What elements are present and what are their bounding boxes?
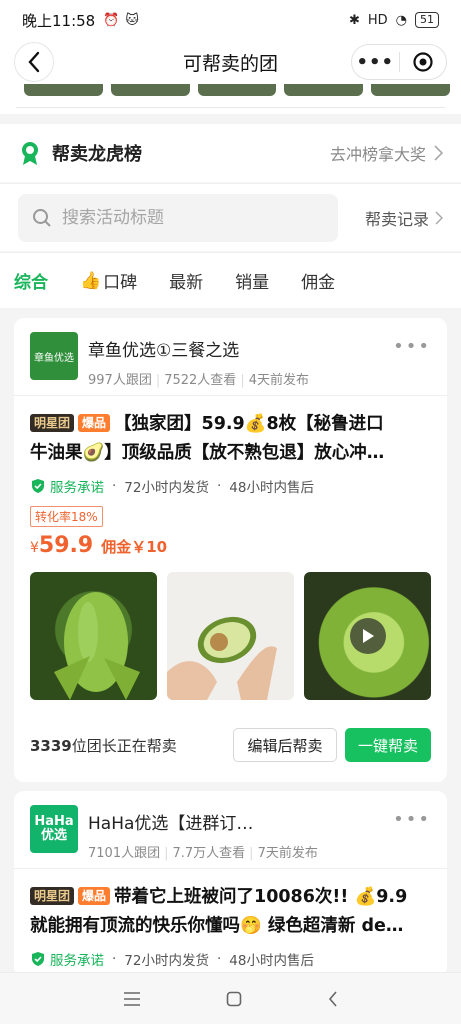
chevron-left-icon xyxy=(28,51,40,73)
service-row: 服务承诺 · 72小时内发货 · 48小时内售后 xyxy=(30,949,431,969)
tab-sales[interactable]: 销量 xyxy=(235,268,269,293)
more-options-icon[interactable]: ••• xyxy=(393,809,431,830)
back-icon[interactable] xyxy=(328,990,338,1007)
product-section: 明星团 爆品 【独家团】59.9💰8枚【秘鲁进口 牛油果🥑】顶级品质【放不熟包退】放… xyxy=(14,396,447,762)
banner-thumb[interactable] xyxy=(371,84,450,96)
ship-info: 72小时内发货 xyxy=(124,480,209,496)
conversion-badge: 转化率18% xyxy=(30,506,103,527)
tab-reputation[interactable]: 👍 口碑 xyxy=(80,268,137,294)
play-icon[interactable] xyxy=(350,618,386,654)
more-menu-icon[interactable]: ••• xyxy=(352,52,399,73)
after-sale-info: 48小时内售后 xyxy=(229,953,314,969)
close-target-icon[interactable] xyxy=(400,51,447,73)
store-logo: HaHa优选 xyxy=(30,805,78,853)
chevron-right-icon xyxy=(434,145,443,161)
filter-tabs: 综合 👍 口碑 最新 销量 佣金 xyxy=(0,252,461,308)
alarm-icon: ⏰ xyxy=(103,12,120,28)
product-section: 明星团 爆品 带着它上班被问了10086次!! 💰9.9 就能拥有顶流的快乐你懂吗🤭… xyxy=(14,869,447,969)
tab-commission[interactable]: 佣金 xyxy=(301,268,335,293)
star-group-badge: 明星团 xyxy=(30,414,75,432)
system-nav-bar xyxy=(0,972,461,1024)
home-icon[interactable] xyxy=(226,991,242,1007)
product-images xyxy=(30,572,431,700)
hot-item-badge: 爆品 xyxy=(78,887,111,905)
action-row: 3339位团长正在帮卖 编辑后帮卖 一键帮卖 xyxy=(30,728,431,762)
leaders-count: 3339位团长正在帮卖 xyxy=(30,736,177,755)
search-input[interactable] xyxy=(62,207,312,228)
views-count: 7.7万人查看 xyxy=(172,846,246,861)
rank-bar[interactable]: 帮卖龙虎榜 去冲榜拿大奖 xyxy=(0,124,461,182)
status-bar: 晚上11:58 ⏰ 🐱 ✱ HD ◔ 51 xyxy=(0,0,461,40)
service-promise: 服务承诺 xyxy=(50,953,104,969)
menu-icon[interactable] xyxy=(123,991,141,1006)
group-card[interactable]: 章鱼优选 章鱼优选①三餐之选 997人跟团 | 7522人查看 | 4天前发布 ••• … xyxy=(14,318,447,782)
search-icon xyxy=(33,208,51,227)
product-title: 明星团 爆品 【独家团】59.9💰8枚【秘鲁进口 牛油果🥑】顶级品质【放不熟包退】放… xyxy=(30,414,385,463)
shield-check-icon xyxy=(32,952,44,966)
sell-records-link[interactable]: 帮卖记录 xyxy=(365,206,443,230)
product-image[interactable] xyxy=(167,572,294,700)
search-box[interactable] xyxy=(18,193,338,242)
product-image[interactable] xyxy=(30,572,157,700)
price-row: ¥59.9 佣金￥10 xyxy=(30,533,431,558)
tab-latest[interactable]: 最新 xyxy=(169,268,203,293)
ship-info: 72小时内发货 xyxy=(124,953,209,969)
search-row: 帮卖记录 xyxy=(0,183,461,251)
views-count: 7522人查看 xyxy=(164,373,237,388)
shield-check-icon xyxy=(32,479,44,493)
banner-thumb[interactable] xyxy=(197,84,277,96)
page-title: 可帮卖的团 xyxy=(182,52,278,75)
back-button[interactable] xyxy=(14,42,54,82)
chevron-right-icon xyxy=(435,210,443,225)
more-options-icon[interactable]: ••• xyxy=(393,336,431,357)
product-video-thumbnail[interactable] xyxy=(304,572,431,700)
after-sale-info: 48小时内售后 xyxy=(229,480,314,496)
edit-and-sell-button[interactable]: 编辑后帮卖 xyxy=(233,728,337,762)
service-promise: 服务承诺 xyxy=(50,480,104,496)
currency-symbol: ¥ xyxy=(30,540,39,556)
bluetooth-icon: ✱ xyxy=(348,12,360,28)
nav-bar: 可帮卖的团 ••• xyxy=(0,40,461,84)
banner-thumb[interactable] xyxy=(284,84,364,96)
signal-icon: HD xyxy=(367,12,388,28)
store-name: HaHa优选【进群订… xyxy=(88,814,254,834)
banner-strip xyxy=(0,84,461,114)
product-title: 明星团 爆品 带着它上班被问了10086次!! 💰9.9 就能拥有顶流的快乐你懂吗🤭… xyxy=(30,887,408,936)
posted-time: 7天前发布 xyxy=(257,846,318,861)
app-notification-icon: 🐱 xyxy=(125,12,139,28)
price-value: 59.9 xyxy=(38,533,94,558)
one-click-sell-button[interactable]: 一键帮卖 xyxy=(345,728,431,762)
store-header: HaHa优选 HaHa优选【进群订… 7101人跟团 | 7.7万人查看 | 7天前发布… xyxy=(14,791,447,869)
service-row: 服务承诺 · 72小时内发货 · 48小时内售后 xyxy=(30,476,431,496)
commission-value: 佣金￥10 xyxy=(101,538,168,556)
store-name: 章鱼优选①三餐之选 xyxy=(88,341,240,361)
store-meta: 997人跟团 | 7522人查看 | 4天前发布 xyxy=(88,373,309,388)
rank-link[interactable]: 去冲榜拿大奖 xyxy=(330,141,443,165)
thumbs-up-icon: 👍 xyxy=(80,270,102,291)
store-meta: 7101人跟团 | 7.7万人查看 | 7天前发布 xyxy=(88,846,318,861)
banner-thumb[interactable] xyxy=(110,84,190,96)
banner-thumb[interactable] xyxy=(24,84,103,96)
rank-title: 帮卖龙虎榜 xyxy=(52,144,142,165)
posted-time: 4天前发布 xyxy=(248,373,309,388)
hot-item-badge: 爆品 xyxy=(78,414,111,432)
followers-count: 7101人跟团 xyxy=(88,846,161,861)
tab-overall[interactable]: 综合 xyxy=(14,268,48,293)
mini-program-capsule: ••• xyxy=(351,44,447,80)
award-medal-icon xyxy=(22,142,38,165)
followers-count: 997人跟团 xyxy=(88,373,152,388)
store-header: 章鱼优选 章鱼优选①三餐之选 997人跟团 | 7522人查看 | 4天前发布 ••• xyxy=(14,318,447,396)
store-logo: 章鱼优选 xyxy=(30,332,78,380)
star-group-badge: 明星团 xyxy=(30,887,75,905)
status-time: 晚上11:58 xyxy=(22,11,96,30)
battery-icon: 51 xyxy=(415,12,439,28)
group-card[interactable]: HaHa优选 HaHa优选【进群订… 7101人跟团 | 7.7万人查看 | 7天前发布… xyxy=(14,791,447,977)
wifi-icon: ◔ xyxy=(395,12,407,28)
